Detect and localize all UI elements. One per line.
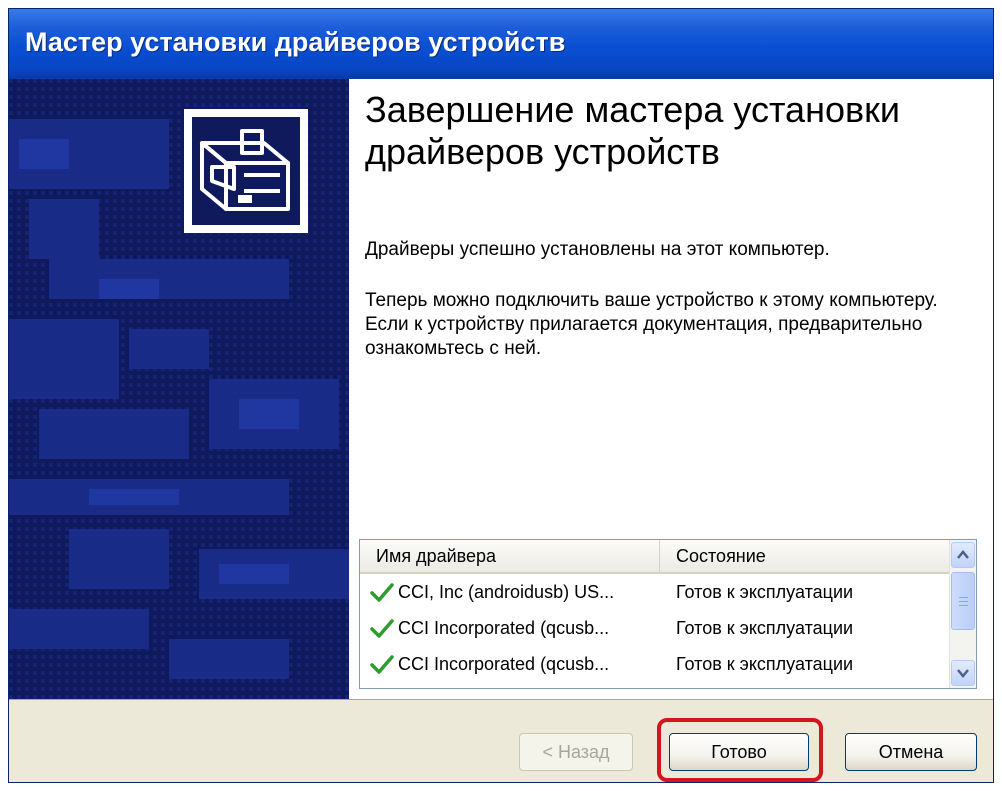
wizard-window: Мастер установки драйверов устройств Зав… [8,8,994,783]
driver-list[interactable]: Имя драйвера Состояние CCI, Inc (android… [359,539,977,689]
driver-status: Готов к эксплуатации [676,654,854,674]
hardware-drawer-icon [184,109,308,233]
button-bar: < Назад Готово Отмена [9,699,993,782]
column-status[interactable]: Состояние [660,540,950,572]
title-bar[interactable]: Мастер установки драйверов устройств [9,9,993,79]
wizard-heading: Завершение мастера установки драйверов у… [365,89,900,172]
info-message: Теперь можно подключить ваше устройство … [365,290,938,359]
wizard-side-panel [9,79,349,699]
chevron-up-icon [957,550,969,559]
driver-status: Готов к эксплуатации [676,618,854,638]
driver-name: CCI Incorporated (qcusb... [398,618,610,638]
wizard-content: Завершение мастера установки драйверов у… [349,79,993,699]
column-driver-name[interactable]: Имя драйвера [360,540,660,572]
table-row[interactable]: CCI Incorporated (qcusb... Готов к экспл… [360,612,950,646]
finish-button-highlight [657,718,823,782]
cancel-button[interactable]: Отмена [845,733,977,771]
scroll-thumb[interactable] [951,572,975,630]
checkmark-icon [370,655,394,674]
driver-name: CCI Incorporated (qcusb... [398,654,610,674]
table-row[interactable]: CCI Incorporated (qcusb... Готов к экспл… [360,648,950,682]
table-row[interactable]: CCI, Inc (androidusb) US... Готов к эксп… [360,576,950,610]
checkmark-icon [370,619,394,638]
window-title: Мастер установки драйверов устройств [25,27,566,57]
checkmark-icon [370,583,394,602]
back-button[interactable]: < Назад [519,733,633,771]
driver-name: CCI, Inc (androidusb) US... [398,582,615,602]
driver-list-header: Имя драйвера Состояние [360,540,950,574]
vertical-scrollbar[interactable] [949,540,976,688]
chevron-down-icon [957,669,969,678]
scroll-down-button[interactable] [951,660,975,686]
success-message: Драйверы успешно установлены на этот ком… [365,239,830,260]
driver-status: Готов к эксплуатации [676,582,854,602]
scroll-up-button[interactable] [951,542,975,568]
